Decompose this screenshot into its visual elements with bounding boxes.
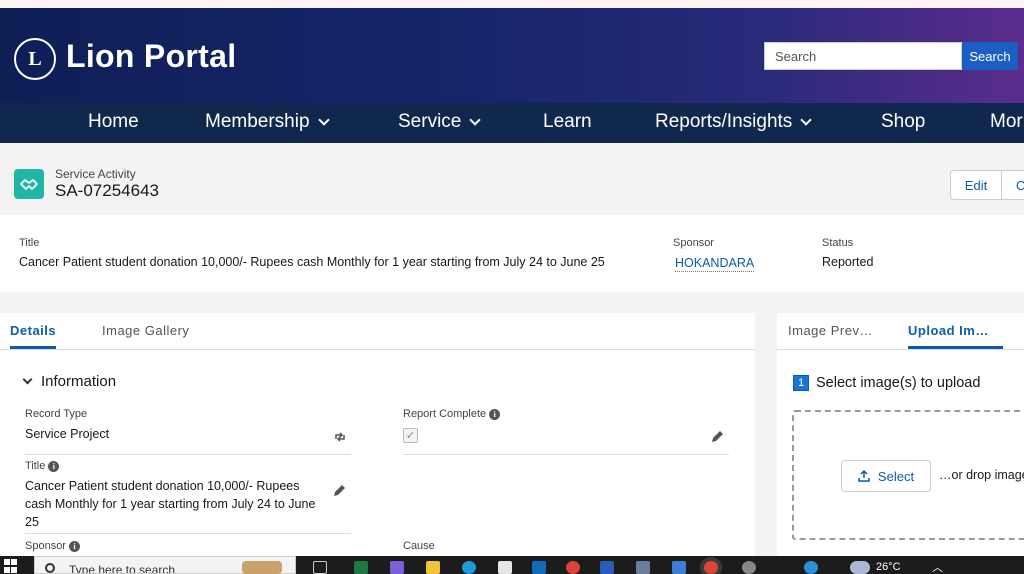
highlights-panel: Title Cancer Patient student donation 10… (0, 215, 1024, 292)
field-divider (25, 533, 351, 534)
tab-image-gallery[interactable]: Image Gallery (102, 323, 189, 346)
horse-widget-icon[interactable] (242, 561, 282, 574)
windows-start-icon[interactable] (4, 559, 18, 573)
nav-label: Membership (205, 111, 310, 132)
browser-top-strip (0, 0, 1024, 8)
info-icon[interactable]: i (489, 408, 501, 420)
tab-upload-images[interactable]: Upload Im… (908, 323, 1003, 349)
drop-hint: …or drop image (939, 468, 1024, 482)
secondary-action-button[interactable]: C (1001, 170, 1024, 200)
highlight-status-value: Reported (822, 255, 874, 269)
nav-item-more[interactable]: Mor (990, 111, 1023, 133)
windows-taskbar: Type here to search 26°C ︿ (0, 556, 1024, 574)
taskbar-search-placeholder: Type here to search (69, 563, 176, 574)
portal-header: L Lion Portal Search Search (0, 8, 1024, 103)
nav-label: Mor (990, 111, 1023, 132)
calendar-icon[interactable] (672, 561, 686, 574)
label-text: Title (25, 460, 46, 472)
upload-card: Image Prev… Upload Im… 1 Select image(s)… (777, 313, 1024, 563)
task-view-icon[interactable] (313, 561, 327, 574)
sponsor-link[interactable]: HOKANDARA (675, 256, 755, 272)
report-complete-checkbox: ✓ (403, 428, 418, 443)
step-number-badge: 1 (793, 375, 809, 391)
label-text: Sponsor (25, 540, 66, 552)
store-icon[interactable] (498, 561, 512, 574)
nav-item-reports-insights[interactable]: Reports/Insights (655, 111, 812, 133)
info-icon[interactable]: i (48, 460, 60, 472)
file-explorer-icon[interactable] (426, 561, 440, 574)
search-icon (45, 563, 55, 573)
highlight-title-value: Cancer Patient student donation 10,000/-… (19, 255, 605, 269)
tab-divider (777, 349, 1024, 350)
sponsor-field-label: Sponsor i (25, 540, 80, 552)
tab-divider (0, 349, 755, 350)
edit-button[interactable]: Edit (950, 170, 1002, 200)
app-icon[interactable] (804, 561, 818, 574)
select-files-button[interactable]: Select (841, 460, 931, 492)
details-card: Details Image Gallery Information Record… (0, 313, 755, 563)
main-nav: Home Membership Service Learn Reports/In… (0, 103, 1024, 143)
weather-icon (850, 561, 870, 574)
search-input[interactable]: Search (764, 42, 962, 70)
chevron-down-icon (469, 113, 482, 126)
nav-item-membership[interactable]: Membership (205, 111, 330, 133)
chevron-down-icon (317, 113, 330, 126)
outlook-icon[interactable] (532, 561, 546, 574)
lions-logo-icon[interactable]: L (14, 38, 56, 80)
word-icon[interactable] (600, 561, 614, 574)
edit-pencil-icon[interactable] (711, 430, 724, 446)
excel-icon[interactable] (354, 561, 368, 574)
section-title: Information (41, 373, 117, 390)
report-complete-field-label: Report Complete i (403, 408, 501, 420)
field-divider (403, 454, 729, 455)
settings-icon[interactable] (742, 561, 756, 574)
copilot-icon[interactable] (390, 561, 404, 574)
title-field-label: Title i (25, 460, 60, 472)
record-id: SA-07254643 (55, 181, 159, 200)
nav-label: Reports/Insights (655, 111, 793, 132)
image-dropzone[interactable]: Select …or drop image (792, 410, 1024, 540)
nav-label: Shop (881, 111, 926, 132)
information-section-toggle[interactable]: Information (22, 373, 117, 390)
chevron-down-icon (800, 113, 812, 126)
change-record-type-icon[interactable] (333, 430, 347, 447)
field-divider (25, 454, 351, 455)
handshake-icon (14, 169, 44, 199)
edge-icon[interactable] (462, 561, 476, 574)
highlight-status-label: Status (822, 237, 854, 249)
tray-chevron-icon[interactable]: ︿ (932, 559, 943, 574)
info-icon[interactable]: i (68, 540, 80, 552)
highlight-title-label: Title (19, 237, 40, 249)
step-label: Select image(s) to upload (816, 375, 981, 391)
select-label: Select (877, 468, 915, 484)
record-header: Service Activity SA-07254643 Edit C (0, 143, 1024, 215)
nav-label: Learn (543, 111, 592, 132)
label-text: Record Type (25, 408, 88, 420)
nav-item-learn[interactable]: Learn (543, 111, 592, 133)
tab-image-preview[interactable]: Image Prev… (788, 323, 873, 346)
highlight-sponsor-label: Sponsor (673, 237, 714, 249)
search-button[interactable]: Search (962, 42, 1018, 70)
nav-item-home[interactable]: Home (88, 111, 139, 133)
record-type-field-value: Service Project (25, 427, 110, 441)
cause-field-label: Cause (403, 540, 435, 552)
label-text: Cause (403, 540, 435, 552)
weather-temperature: 26°C (876, 561, 901, 573)
chrome-active-icon[interactable] (704, 561, 718, 574)
nav-item-shop[interactable]: Shop (881, 111, 925, 133)
tab-details[interactable]: Details (10, 323, 57, 349)
chevron-down-icon (22, 374, 33, 385)
calculator-icon[interactable] (636, 561, 650, 574)
upload-icon (858, 470, 870, 482)
nav-label: Service (398, 111, 462, 132)
brand-title[interactable]: Lion Portal (66, 38, 236, 75)
title-field-value: Cancer Patient student donation 10,000/-… (25, 479, 316, 529)
record-type-label: Service Activity (55, 167, 136, 181)
label-text: Report Complete (403, 408, 487, 420)
record-type-field-label: Record Type (25, 408, 87, 420)
nav-label: Home (88, 111, 139, 132)
nav-item-service[interactable]: Service (398, 111, 482, 133)
chrome-icon[interactable] (566, 561, 580, 574)
edit-pencil-icon[interactable] (333, 484, 346, 500)
